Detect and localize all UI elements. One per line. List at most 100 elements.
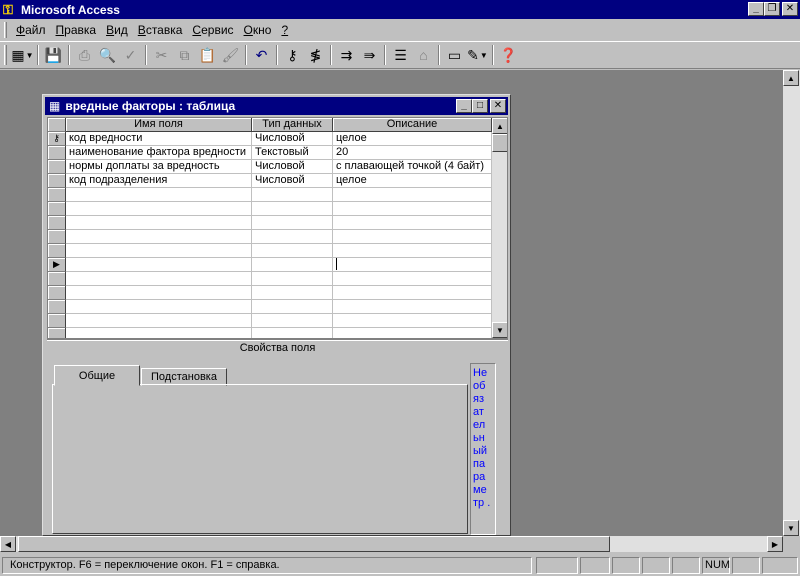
description-cell[interactable]: 20 (333, 146, 492, 160)
table-row[interactable] (48, 272, 492, 286)
paste-icon[interactable]: 📋 (196, 44, 219, 66)
scroll-right-icon[interactable]: ▶ (767, 536, 783, 552)
row-selector[interactable] (48, 314, 66, 328)
cut-icon[interactable]: ✂ (150, 44, 173, 66)
insert-rows-icon[interactable]: ⇉ (335, 44, 358, 66)
row-selector[interactable] (48, 230, 66, 244)
current-row-icon[interactable]: ▶ (48, 258, 66, 272)
description-cell[interactable] (333, 314, 492, 328)
row-selector[interactable] (48, 216, 66, 230)
table-row[interactable]: нормы доплаты за вредность Числовой с плав… (48, 160, 492, 174)
menu-item-2[interactable]: Вид (101, 23, 133, 37)
minimize-button[interactable]: _ (748, 2, 764, 16)
restore-button[interactable]: ❐ (764, 2, 780, 16)
format-painter-icon[interactable]: 🖌 (219, 44, 242, 66)
row-selector[interactable] (48, 244, 66, 258)
close-button[interactable]: ✕ (782, 2, 798, 16)
row-selector[interactable] (48, 300, 66, 314)
data-type-cell[interactable] (252, 202, 333, 216)
table-row[interactable] (48, 286, 492, 300)
field-name-cell[interactable] (66, 202, 252, 216)
copy-icon[interactable]: ⧉ (173, 44, 196, 66)
table-row[interactable] (48, 202, 492, 216)
menu-item-4[interactable]: Сервис (187, 23, 238, 37)
table-row[interactable] (48, 300, 492, 314)
field-name-cell[interactable] (66, 216, 252, 230)
field-name-cell[interactable]: нормы доплаты за вредность (66, 160, 252, 174)
row-selector[interactable] (48, 202, 66, 216)
data-type-cell[interactable]: Числовой (252, 132, 333, 146)
column-header-field-name[interactable]: Имя поля (66, 118, 252, 132)
data-type-cell[interactable] (252, 258, 333, 272)
data-type-cell[interactable] (252, 300, 333, 314)
description-cell[interactable] (333, 230, 492, 244)
grid-scroll-down-icon[interactable]: ▼ (492, 322, 507, 338)
delete-rows-icon[interactable]: ⇛ (358, 44, 381, 66)
description-cell[interactable] (333, 300, 492, 314)
field-name-cell[interactable] (66, 314, 252, 328)
toolbar-grip[interactable] (4, 45, 7, 65)
table-row[interactable]: код подразделения Числовой целое (48, 174, 492, 188)
column-header-data-type[interactable]: Тип данных (252, 118, 333, 132)
table-row[interactable] (48, 188, 492, 202)
data-type-cell[interactable] (252, 272, 333, 286)
description-cell[interactable] (333, 244, 492, 258)
menu-item-5[interactable]: Окно (239, 23, 277, 37)
field-name-cell[interactable] (66, 300, 252, 314)
indexes-icon[interactable]: ≸ (304, 44, 327, 66)
row-selector[interactable] (48, 328, 66, 338)
menu-item-3[interactable]: Вставка (133, 23, 188, 37)
grid-scroll-up-icon[interactable]: ▲ (492, 118, 507, 134)
scroll-down-icon[interactable]: ▼ (783, 520, 799, 536)
data-type-cell[interactable]: Числовой (252, 174, 333, 188)
main-horizontal-scrollbar[interactable]: ◀ ▶ (0, 536, 783, 552)
child-close-button[interactable]: ✕ (490, 99, 506, 113)
menu-item-1[interactable]: Правка (51, 23, 102, 37)
view-icon[interactable]: ▦ ▼ (11, 44, 34, 66)
field-name-cell[interactable]: код вредности (66, 132, 252, 146)
child-maximize-button[interactable]: □ (472, 99, 488, 113)
data-type-cell[interactable] (252, 216, 333, 230)
description-cell[interactable] (333, 216, 492, 230)
table-row[interactable]: ▶ (48, 258, 492, 272)
field-name-cell[interactable] (66, 272, 252, 286)
table-row[interactable]: наименование фактора вредности Текстовый 2… (48, 146, 492, 160)
description-cell[interactable] (333, 188, 492, 202)
data-type-cell[interactable]: Числовой (252, 160, 333, 174)
row-selector[interactable] (48, 286, 66, 300)
row-selector[interactable] (48, 272, 66, 286)
grid-corner[interactable] (48, 118, 66, 132)
description-cell[interactable] (333, 286, 492, 300)
spelling-icon[interactable]: ✓ (119, 44, 142, 66)
table-window-title-bar[interactable]: ▦ вредные факторы : таблица _ □ ✕ (45, 97, 508, 115)
field-name-cell[interactable]: наименование фактора вредности (66, 146, 252, 160)
data-type-cell[interactable] (252, 328, 333, 338)
new-object-icon[interactable]: ✎ ▼ (466, 44, 489, 66)
row-selector[interactable] (48, 146, 66, 160)
description-cell[interactable] (333, 328, 492, 338)
help-icon[interactable]: ❓ (497, 44, 520, 66)
save-icon[interactable]: 💾 (42, 44, 65, 66)
print-preview-icon[interactable]: 🔍 (96, 44, 119, 66)
data-type-cell[interactable] (252, 286, 333, 300)
print-icon[interactable]: ⎙ (73, 44, 96, 66)
primary-key-icon[interactable]: ⚷ (281, 44, 304, 66)
table-row[interactable] (48, 328, 492, 338)
column-header-description[interactable]: Описание (333, 118, 492, 132)
grid-vertical-scrollbar[interactable]: ▲ ▼ (492, 118, 507, 338)
description-cell[interactable]: целое (333, 174, 492, 188)
row-selector[interactable] (48, 160, 66, 174)
data-type-cell[interactable]: Текстовый (252, 146, 333, 160)
table-row[interactable] (48, 244, 492, 258)
scroll-thumb[interactable] (18, 536, 610, 552)
menu-item-6[interactable]: ? (276, 23, 293, 37)
menu-grip[interactable] (4, 22, 7, 38)
field-design-grid[interactable]: Имя поля Тип данных Описание ⚷ код вредно… (47, 117, 508, 339)
field-name-cell[interactable] (66, 244, 252, 258)
database-window-icon[interactable]: ▭ (443, 44, 466, 66)
description-cell[interactable]: целое (333, 132, 492, 146)
scroll-up-icon[interactable]: ▲ (783, 70, 799, 86)
field-name-cell[interactable] (66, 258, 252, 272)
properties-icon[interactable]: ☰ (389, 44, 412, 66)
table-row[interactable]: ⚷ код вредности Числовой целое (48, 132, 492, 146)
